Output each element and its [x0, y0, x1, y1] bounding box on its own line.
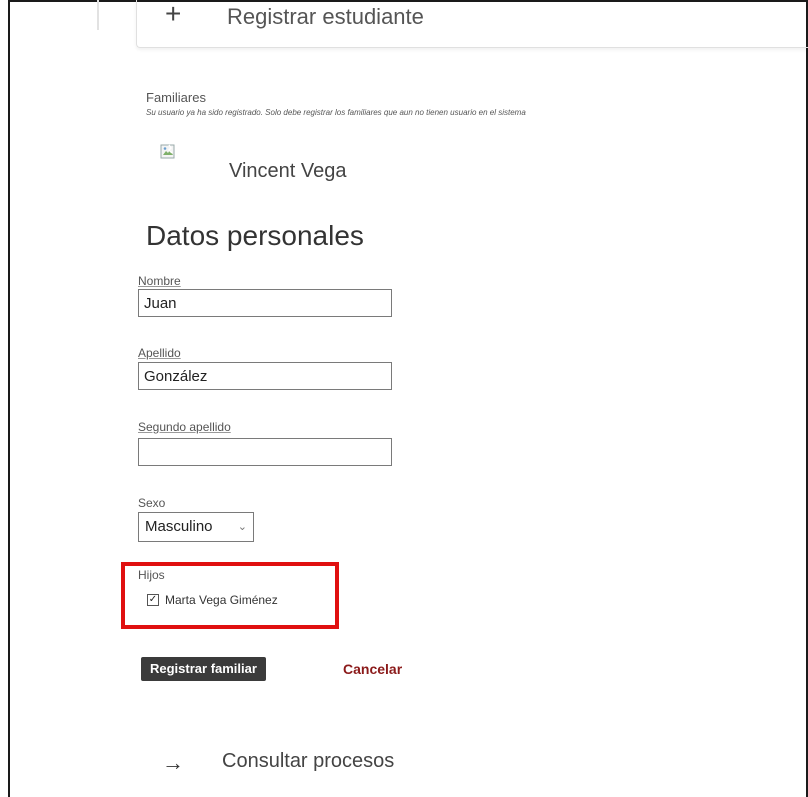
member-name: Vincent Vega [229, 160, 347, 182]
divider [97, 0, 99, 30]
register-student-label: Registrar estudiante [227, 4, 424, 29]
hijo-name: Marta Vega Giménez [165, 593, 278, 607]
familiares-title: Familiares [146, 90, 206, 105]
sexo-label: Sexo [138, 496, 166, 510]
checkmark-icon: ✓ [148, 594, 158, 605]
plus-icon: + [165, 0, 182, 29]
apellido-label: Apellido [138, 346, 181, 360]
window-frame-left [8, 0, 10, 797]
hijo-checkbox[interactable]: ✓ [147, 594, 159, 606]
consultar-procesos-link[interactable]: Consultar procesos [222, 750, 394, 773]
nombre-input[interactable] [138, 289, 392, 317]
sexo-select[interactable]: Masculino ⌄ [138, 512, 254, 542]
register-familiar-button[interactable]: Registrar familiar [141, 657, 266, 681]
register-student-card[interactable]: + Registrar estudiante [136, 0, 808, 48]
chevron-down-icon: ⌄ [237, 521, 247, 533]
nombre-label: Nombre [138, 274, 181, 288]
sexo-selected-value: Masculino [145, 518, 213, 535]
section-title: Datos personales [146, 220, 364, 251]
broken-image-icon [160, 144, 175, 159]
apellido-input[interactable] [138, 362, 392, 390]
hijos-label: Hijos [138, 568, 165, 582]
cancel-link[interactable]: Cancelar [343, 661, 402, 677]
familiares-note: Su usuario ya ha sido registrado. Solo d… [146, 108, 526, 117]
arrow-right-icon: → [162, 750, 184, 775]
segundo-apellido-input[interactable] [138, 438, 392, 466]
segundo-apellido-label: Segundo apellido [138, 420, 231, 434]
